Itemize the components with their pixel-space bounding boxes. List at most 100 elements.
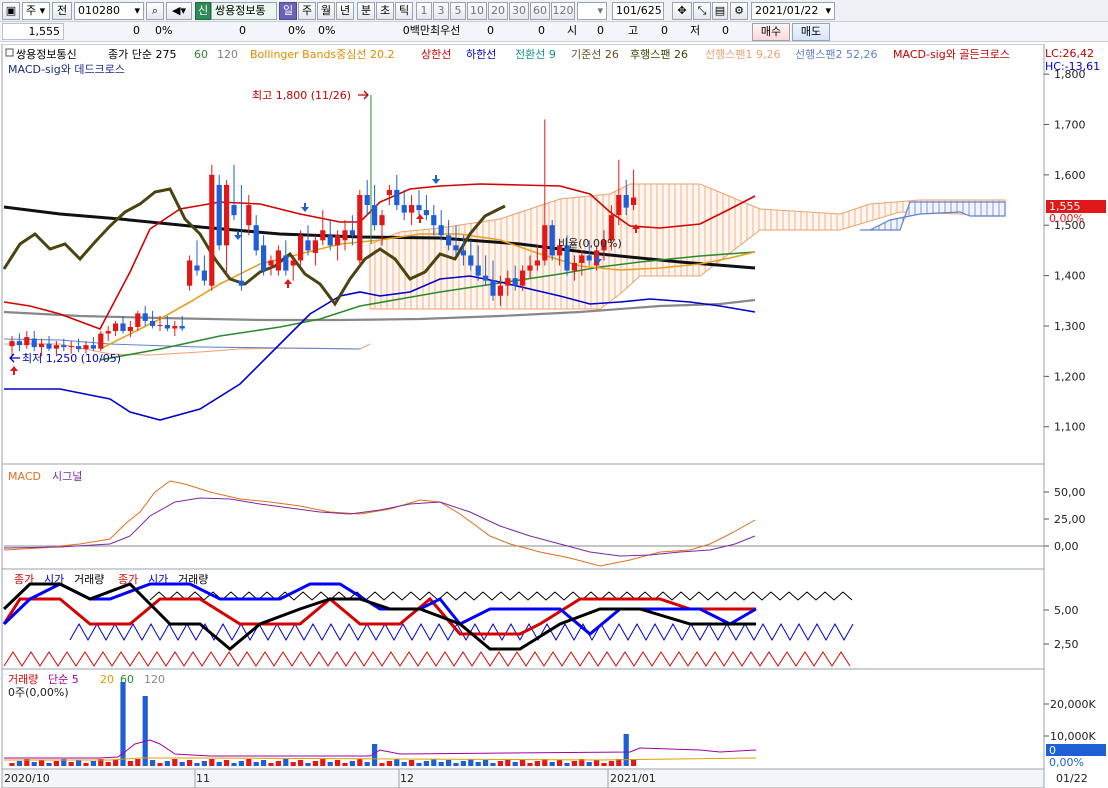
interval-30[interactable]: 30	[509, 2, 529, 20]
sell-button[interactable]: 매도	[792, 23, 830, 41]
buy-button[interactable]: 매수	[752, 23, 790, 41]
period-dropdown[interactable]: 주 ▾	[22, 2, 50, 20]
price-tick-label: 1,600	[1054, 169, 1086, 182]
current-price: 1,555	[2, 23, 64, 40]
tab-day[interactable]: 일	[279, 2, 297, 20]
gear-icon[interactable]: ⚙	[730, 2, 748, 20]
candle-body	[349, 230, 355, 236]
tab-minute[interactable]: 분	[357, 2, 375, 20]
candle-body	[238, 280, 244, 286]
volume-bar	[409, 760, 415, 766]
xaxis-right-label: 01/22	[1056, 772, 1088, 785]
volume-bar	[320, 759, 326, 766]
candle-body	[127, 326, 133, 332]
interval-custom-dropdown[interactable]: ▾	[577, 2, 607, 20]
candle-body	[327, 235, 333, 246]
candle-body	[90, 345, 96, 349]
volume-bar	[497, 761, 503, 766]
psycho-tick-label: 2,50	[1054, 638, 1079, 651]
volume-bar	[246, 759, 252, 766]
candle-body	[46, 343, 52, 349]
tab-second[interactable]: 초	[376, 2, 394, 20]
volume-bar	[127, 761, 133, 766]
candle-body	[113, 323, 119, 332]
legend-item: 종가 단순 275	[108, 48, 176, 61]
stock-code-input[interactable]: 010280 ▾	[74, 2, 144, 20]
volume-bar	[261, 760, 267, 766]
tab-year[interactable]: 년	[336, 2, 354, 20]
candle-body	[39, 343, 45, 348]
save-icon[interactable]: ▤	[712, 2, 728, 20]
volume-bar	[631, 760, 637, 766]
interval-20[interactable]: 20	[488, 2, 508, 20]
candle-body	[342, 230, 348, 241]
volume-bar	[31, 762, 37, 766]
interval-60[interactable]: 60	[530, 2, 550, 20]
interval-10[interactable]: 10	[467, 2, 487, 20]
window-icon[interactable]: ▣	[2, 2, 20, 20]
psycho-tick-label: 5,00	[1054, 604, 1079, 617]
price-tick-label: 1,800	[1054, 68, 1086, 81]
ratio-pct: 0%	[318, 24, 336, 37]
candle-body	[194, 265, 200, 271]
interval-1[interactable]: 1	[416, 2, 432, 20]
candle-body	[24, 337, 30, 346]
candle-body	[9, 341, 15, 347]
candle-body	[68, 346, 74, 348]
candle-body	[379, 215, 385, 226]
volume-bar	[564, 763, 570, 766]
tab-month[interactable]: 월	[317, 2, 335, 20]
macd-title: MACD	[8, 470, 41, 483]
open-label: 시	[567, 24, 578, 37]
volume-bar	[224, 760, 230, 766]
annotation-high: 최고 1,800 (11/26)	[252, 89, 351, 102]
candle-body	[364, 194, 370, 206]
speaker-icon[interactable]: ◀▾	[166, 2, 192, 20]
candle-body	[631, 197, 637, 206]
candle-body	[579, 255, 585, 263]
candle-body	[453, 245, 459, 251]
stock-chart[interactable]: 쌍용정보통신 종가 단순 275 60 120 Bollinger Bands중심선 2…	[0, 44, 1108, 788]
credit-badge: 신	[195, 2, 211, 20]
tab-week[interactable]: 주	[298, 2, 316, 20]
volume-bar	[157, 763, 163, 766]
volume-pct: 0%	[288, 24, 306, 37]
volume-value: 0	[239, 24, 246, 37]
search-icon[interactable]: ⌕	[146, 2, 164, 20]
count-input[interactable]: 101/625	[612, 2, 664, 20]
tab-tick[interactable]: 틱	[395, 2, 413, 20]
annotation-low: 최저 1,250 (10/05)	[22, 352, 121, 365]
candle-body	[142, 313, 148, 321]
stock-code-value: 010280	[78, 4, 120, 17]
candle-body	[253, 225, 259, 251]
volume-bar	[76, 760, 82, 766]
volume-bar	[438, 762, 444, 766]
candle-body	[283, 255, 289, 271]
interval-5[interactable]: 5	[450, 2, 466, 20]
candle-body	[98, 333, 104, 349]
volume-bar	[342, 763, 348, 766]
date-input[interactable]: 2021/01/22 ▾	[751, 2, 835, 20]
prev-button[interactable]: 전	[52, 2, 72, 20]
candle-body	[61, 345, 67, 348]
volume-bar	[9, 763, 15, 766]
date-value: 2021/01/22	[755, 4, 819, 17]
volume-bar	[364, 762, 370, 766]
legend-item: 상한선	[421, 48, 451, 61]
priority-label: 최우선	[430, 24, 461, 37]
candle-body	[305, 240, 311, 251]
draw-tool-icon[interactable]: ⤡	[693, 2, 711, 20]
interval-120[interactable]: 120	[551, 2, 575, 20]
volume-bar	[253, 762, 259, 766]
crosshair-icon[interactable]: ✥	[672, 2, 692, 20]
legend-item: 전환선 9	[515, 48, 556, 61]
psycho-axis: 5,00 2,50	[1044, 604, 1079, 651]
candle-body	[261, 245, 267, 271]
interval-3[interactable]: 3	[433, 2, 449, 20]
candle-body	[157, 324, 163, 326]
psycho-legend-item: 거래량	[74, 573, 104, 586]
volume-bar	[268, 763, 274, 766]
volume-bar	[468, 759, 474, 766]
volume-bar	[187, 760, 193, 766]
volume-bar	[571, 761, 577, 766]
